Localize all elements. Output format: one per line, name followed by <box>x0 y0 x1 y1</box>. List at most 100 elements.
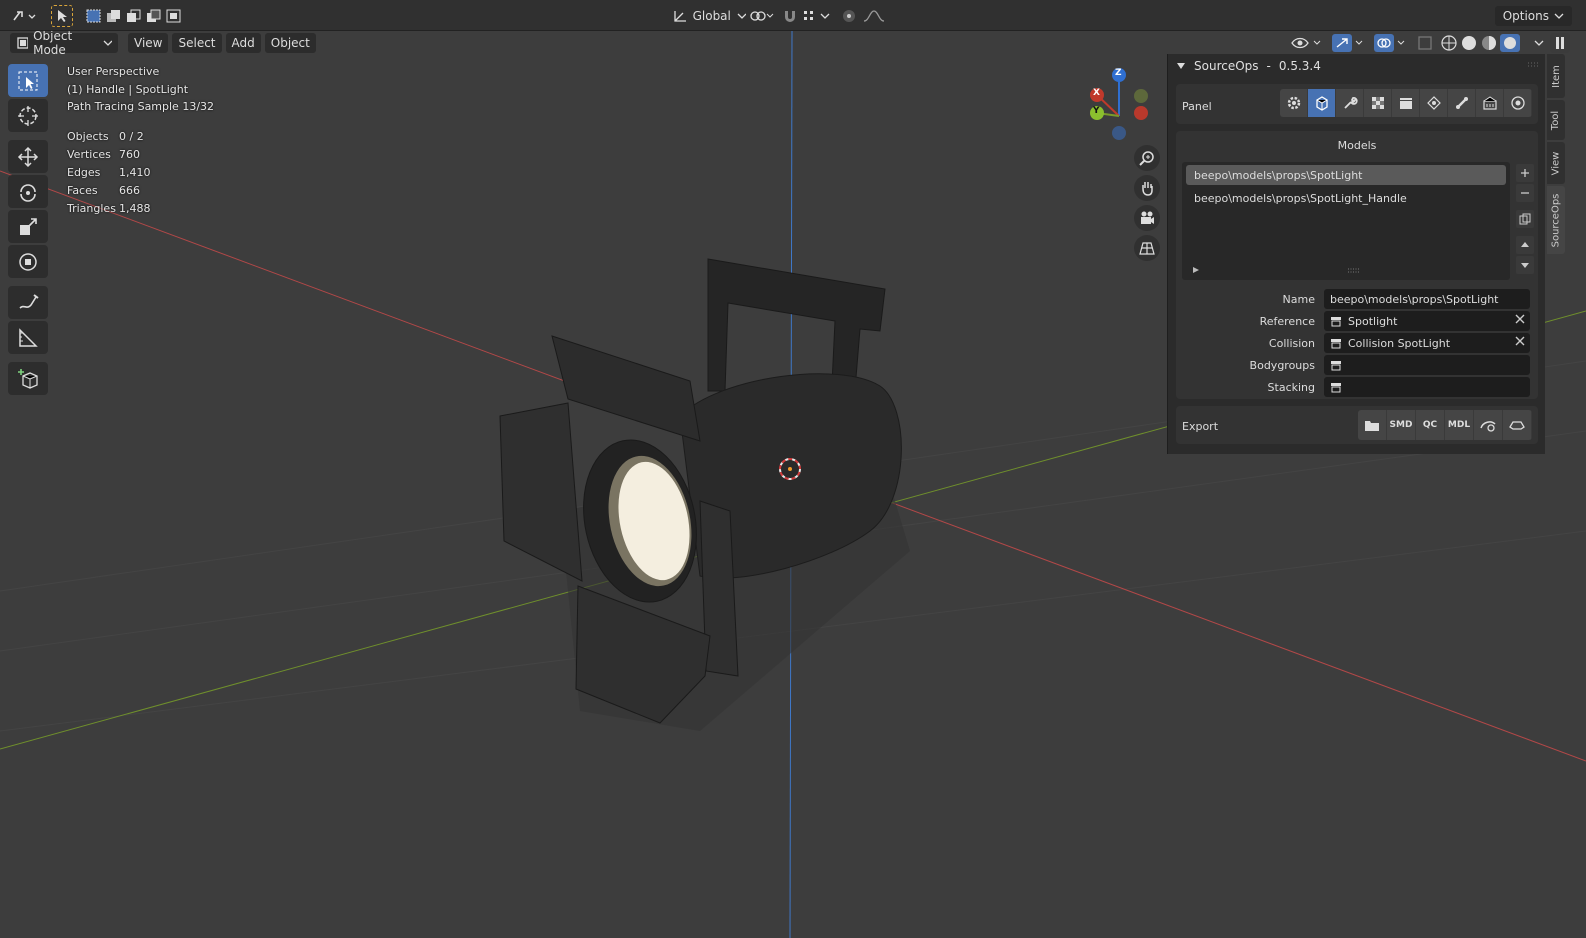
collision-field[interactable]: Collision SpotLight <box>1324 333 1530 353</box>
hand-icon <box>1142 182 1153 196</box>
misc-tab[interactable] <box>1504 89 1532 117</box>
view-menu[interactable]: View <box>128 33 169 53</box>
game-icon <box>1509 421 1525 430</box>
clear-icon[interactable] <box>1515 314 1525 324</box>
sequences-tab[interactable] <box>1392 89 1420 117</box>
pan-button[interactable] <box>1134 175 1160 201</box>
editor-type-button[interactable] <box>8 5 40 27</box>
pivot-point-dropdown[interactable] <box>748 5 776 27</box>
cube-icon <box>1315 96 1328 111</box>
annotate-tool[interactable] <box>8 286 48 319</box>
reference-field[interactable]: Spotlight <box>1324 311 1530 331</box>
stacking-field[interactable] <box>1324 377 1530 397</box>
minus-icon <box>1521 192 1529 194</box>
tab-view[interactable]: View <box>1547 142 1565 184</box>
visibility-icon[interactable] <box>1290 34 1326 52</box>
models-list[interactable]: beepo\models\props\SpotLight beepo\model… <box>1182 162 1510 280</box>
transform-tool[interactable] <box>8 245 48 278</box>
tab-tool-label: Tool <box>1550 110 1562 130</box>
options-dropdown[interactable]: Options <box>1494 6 1572 26</box>
chevron-down-icon[interactable] <box>1534 39 1544 47</box>
sourceops-panel: SourceOps - 0.5.3.4 Panel Models beepo\m… <box>1167 54 1545 454</box>
select-tool-indicator[interactable] <box>51 5 73 27</box>
shading-modes-icon[interactable] <box>1440 34 1528 52</box>
export-qc-button[interactable]: QC <box>1416 410 1445 440</box>
object-mode-dropdown[interactable]: Object Mode <box>10 31 118 57</box>
collection-icon <box>1331 383 1341 393</box>
transform-orientation-dropdown[interactable]: Global <box>668 6 746 26</box>
list-item[interactable]: beepo\models\props\SpotLight <box>1186 165 1506 185</box>
move-tool[interactable] <box>8 140 48 173</box>
magnet-icon[interactable] <box>782 8 798 24</box>
stat-key: Vertices <box>67 148 111 161</box>
add-menu[interactable]: Add <box>225 33 261 53</box>
tab-tool[interactable]: Tool <box>1547 100 1565 140</box>
rotate-tool[interactable] <box>8 175 48 208</box>
falloff-icon[interactable] <box>863 9 885 23</box>
launch-game-button[interactable] <box>1503 410 1532 440</box>
perspective-toggle-button[interactable] <box>1134 235 1160 261</box>
tab-sourceops[interactable]: SourceOps <box>1547 186 1565 254</box>
cursor-tool[interactable] <box>8 99 48 132</box>
zoom-button[interactable] <box>1134 145 1160 171</box>
gizmo-x-label[interactable]: X <box>1093 88 1100 98</box>
wrench-tab[interactable] <box>1336 89 1364 117</box>
object-menu[interactable]: Object <box>264 33 316 53</box>
add-model-button[interactable] <box>1516 164 1534 182</box>
stat-value: 760 <box>119 148 140 161</box>
drag-handle-icon[interactable] <box>1528 62 1540 68</box>
resize-handle-icon[interactable] <box>1348 268 1360 273</box>
snap-increment-icon[interactable] <box>801 8 817 24</box>
select-menu[interactable]: Select <box>172 33 222 53</box>
tab-item-label: Item <box>1550 64 1562 88</box>
tab-item[interactable]: Item <box>1547 54 1565 98</box>
pause-render-icon[interactable] <box>1550 33 1570 53</box>
xray-icon[interactable] <box>1416 34 1434 52</box>
barn-door-left <box>499 402 583 582</box>
clear-icon[interactable] <box>1515 336 1525 346</box>
gizmo-z-label[interactable]: Z <box>1115 68 1122 78</box>
gizmo-toggle-icon[interactable] <box>1332 34 1368 52</box>
select-extend-icon[interactable] <box>106 9 122 23</box>
bodygroups-field[interactable] <box>1324 355 1530 375</box>
export-smd-button[interactable]: SMD <box>1387 410 1416 440</box>
select-new-icon[interactable] <box>86 9 102 23</box>
copy-model-button[interactable] <box>1516 210 1534 228</box>
model-viewer-icon <box>1480 421 1496 432</box>
viewport-header: Object Mode View Select Add Object <box>10 31 316 57</box>
chevron-down-icon[interactable] <box>820 12 830 20</box>
map-tab[interactable] <box>1476 89 1504 117</box>
proportional-edit-group <box>838 5 888 27</box>
export-mdl-button[interactable]: MDL <box>1445 410 1474 440</box>
models-tab[interactable] <box>1308 89 1336 117</box>
open-folder-button[interactable] <box>1358 410 1387 440</box>
view-model-button[interactable] <box>1474 410 1503 440</box>
sourceops-header[interactable]: SourceOps - 0.5.3.4 <box>1176 59 1321 73</box>
list-item[interactable]: beepo\models\props\SpotLight_Handle <box>1186 188 1506 208</box>
add-cube-tool[interactable] <box>8 362 48 395</box>
settings-tab[interactable] <box>1280 89 1308 117</box>
select-intersect-icon[interactable] <box>166 9 182 23</box>
collection-icon <box>1331 339 1341 349</box>
remove-model-button[interactable] <box>1516 184 1534 202</box>
materials-tab[interactable] <box>1364 89 1392 117</box>
camera-view-button[interactable] <box>1134 205 1160 231</box>
select-box-tool[interactable] <box>8 64 48 97</box>
gear-icon <box>1287 96 1300 110</box>
attachments-tab[interactable] <box>1420 89 1448 117</box>
expand-arrow-icon[interactable] <box>1192 266 1200 274</box>
select-subtract-icon[interactable] <box>126 9 142 23</box>
stat-row: Edges 1,410 <box>67 164 151 182</box>
select-difference-icon[interactable] <box>146 9 162 23</box>
reference-label: Reference <box>1259 314 1315 328</box>
move-down-button[interactable] <box>1516 256 1534 274</box>
overlays-icon[interactable] <box>1374 34 1410 52</box>
move-up-button[interactable] <box>1516 236 1534 254</box>
bones-tab[interactable] <box>1448 89 1476 117</box>
scale-tool[interactable] <box>8 210 48 243</box>
gizmo-y-label[interactable]: Y <box>1093 106 1100 116</box>
name-field[interactable]: beepo\models\props\SpotLight <box>1324 289 1530 309</box>
measure-tool[interactable] <box>8 321 48 354</box>
panel-label: Panel <box>1182 100 1212 113</box>
proportional-edit-icon[interactable] <box>841 8 857 24</box>
